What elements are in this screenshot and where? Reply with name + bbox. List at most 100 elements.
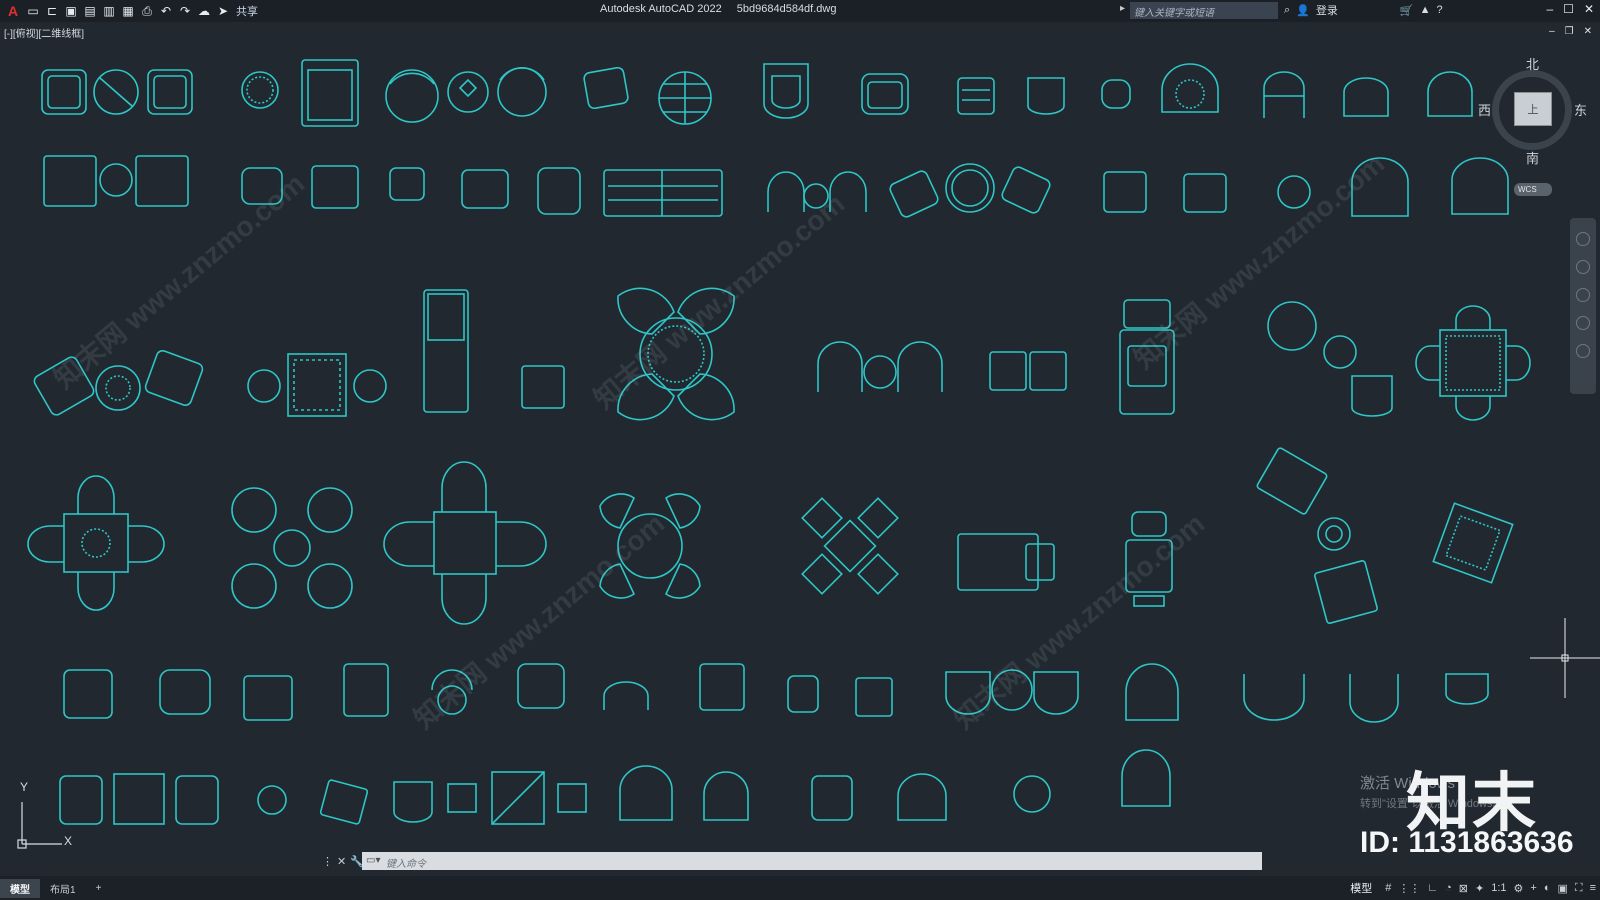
annotation-scale[interactable]: 1:1 [1491,882,1506,894]
autocad-logo-icon[interactable]: A [4,3,22,19]
tab-model[interactable]: 模型 [0,878,40,898]
ucs-y-label: Y [20,780,29,794]
round-chairs-block [385,67,547,123]
compass-south[interactable]: 南 [1526,148,1539,167]
drawing-close-icon[interactable]: ✕ [1584,26,1592,37]
navigation-bar[interactable] [1570,218,1596,394]
rotated-lounge-set-block [1256,447,1378,624]
save-icon[interactable]: ▣ [63,3,79,19]
steering-wheel-icon[interactable] [1576,232,1590,246]
round-table-two-chairs-block [889,163,1051,218]
isolate-icon[interactable]: ◐ [1544,882,1551,894]
sofa-set-block [41,69,193,115]
wingback-chair-block [1161,63,1219,113]
open-icon[interactable]: ⊏ [44,3,60,19]
drawing-minimize-icon[interactable]: – [1549,26,1555,37]
plot-icon[interactable]: ▥ [101,3,117,19]
minimize-icon[interactable]: – [1546,2,1553,16]
hardware-accel-icon[interactable]: ▣ [1557,882,1567,895]
square-dining-set-row4-a [27,475,165,611]
osnap-icon[interactable]: ⊠ [1459,882,1468,895]
command-history-icon[interactable]: ▭▾ [366,855,380,866]
plus-icon[interactable]: + [1530,882,1536,894]
maximize-icon[interactable]: ☐ [1563,2,1574,16]
sofa-table-set-row2 [43,155,189,207]
tub-chair-block [763,63,809,119]
tab-layout1[interactable]: 布局1 [40,879,86,898]
quick-access-toolbar: A ▭ ⊏ ▣ ▤ ▥ ▦ ⎙ ↶ ↷ ☁ ➤ 共享 [0,3,258,19]
drawing-canvas[interactable]: 知末网 www.znzmo.com 知末网 www.znzmo.com 知末网 … [0,40,1600,872]
customize-menu-icon[interactable]: ≡ [1590,882,1596,894]
arch-chairs-table-block [817,341,943,392]
compass-north[interactable]: 北 [1526,54,1539,73]
status-bar: 模型 布局1 + 模型 # ⋮⋮ ∟ ◔ ⊠ ✦ 1:1 ⚙ + ◐ ▣ ⛶ ≡ [0,876,1600,900]
desk-chair-set-block [989,351,1067,391]
image-id-label: ID: 1131863636 [1360,826,1574,859]
saveas-icon[interactable]: ▤ [82,3,98,19]
polar-icon[interactable]: ◔ [1445,882,1452,894]
ucs-icon [17,802,62,849]
title-bar: A ▭ ⊏ ▣ ▤ ▥ ▦ ⎙ ↶ ↷ ☁ ➤ 共享 Autodesk Auto… [0,0,1600,22]
fullscreen-icon[interactable]: ⛶ [1575,882,1583,895]
add-layout-button[interactable]: + [86,881,112,896]
chair-row1-d [1263,71,1305,118]
armchair-block [301,59,359,127]
command-close-icon[interactable]: ✕ [337,855,346,868]
search-expand-icon[interactable]: ▸ [1120,3,1125,14]
cart-icon[interactable]: 🛒 [1400,4,1414,17]
publish-icon[interactable]: ▦ [120,3,136,19]
compass-east[interactable]: 东 [1574,100,1587,119]
chair-row1-a [957,77,995,115]
zoom-icon[interactable] [1576,288,1590,302]
showmotion-icon[interactable] [1576,344,1590,358]
viewcube[interactable]: 上 北 南 西 东 [1478,57,1587,166]
globe-chair-block [658,71,712,125]
command-placeholder: 键入命令 [386,859,426,870]
wcs-menu[interactable]: WCS [1514,183,1552,196]
share-icon[interactable]: ➤ [215,3,231,19]
snap-icon[interactable]: ⋮⋮ [1398,882,1420,895]
share-label[interactable]: 共享 [236,3,258,19]
command-grip-icon[interactable]: ⋮ [322,855,333,868]
annotation-icon[interactable]: ✦ [1475,882,1484,895]
file-name: 5bd9684d584df.dwg [736,3,837,15]
undo-icon[interactable]: ↶ [158,3,174,19]
view-label[interactable]: [-][俯视][二维线框] [4,25,84,40]
square-table-four-chairs-block [1415,305,1531,421]
search-icon[interactable]: ⌕ [1284,4,1290,17]
close-icon[interactable]: ✕ [1584,2,1594,16]
workspace-gear-icon[interactable]: ⚙ [1514,882,1524,895]
club-chair-block [861,73,909,115]
app-name: Autodesk AutoCAD 2022 [600,3,722,15]
chair-row1-b [1027,77,1065,115]
lounge-chair-block [583,66,629,110]
viewcube-face[interactable]: 上 [1514,92,1552,126]
cloud-icon[interactable]: ☁ [196,3,212,19]
ortho-icon[interactable]: ∟ [1427,882,1438,894]
command-input[interactable]: ▭▾ 键入命令 [362,852,1262,870]
new-icon[interactable]: ▭ [25,3,41,19]
round-stool-block [241,71,279,109]
redo-icon[interactable]: ↷ [177,3,193,19]
help-icon[interactable]: ? [1436,4,1442,16]
orbit-icon[interactable] [1576,316,1590,330]
chairs-row5 [63,663,1489,723]
user-icon[interactable]: 👤 [1296,4,1310,17]
window-controls: – ☐ ✕ [1546,2,1594,16]
print-icon[interactable]: ⎙ [139,3,155,19]
autodesk-apps-icon[interactable]: ▲ [1420,4,1431,16]
grid-icon[interactable]: # [1385,882,1391,894]
login-label[interactable]: 登录 [1316,2,1338,18]
rotated-square-dining-set-block [1432,502,1514,584]
compass-west[interactable]: 西 [1478,100,1491,119]
drawing-restore-icon[interactable]: ❐ [1565,26,1574,37]
command-line: ⋮ ✕ 🔧 ▭▾ 键入命令 [320,851,1280,871]
crosshair-cursor [1530,618,1600,698]
small-stool-block [521,365,565,409]
chaise-longue-block [423,289,469,413]
pan-icon[interactable] [1576,260,1590,274]
window-title: Autodesk AutoCAD 2022 5bd9684d584df.dwg [600,3,848,15]
diamond-table-set-block [801,497,899,595]
model-space-toggle[interactable]: 模型 [1350,880,1372,896]
search-input[interactable]: 键入关键字或短语 [1130,2,1278,19]
